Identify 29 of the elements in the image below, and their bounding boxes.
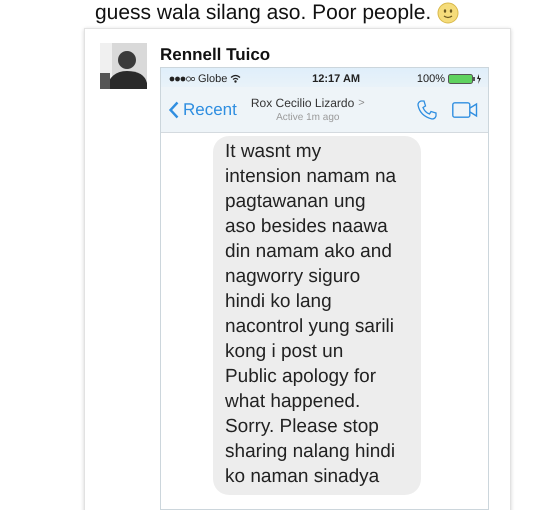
phone-icon[interactable] [416, 98, 438, 120]
message-line: ko naman sinadya [225, 465, 380, 489]
message-line: intension namam na [225, 165, 398, 189]
message-line: din namam ako and [225, 240, 393, 264]
presence-status: Active 1m ago [276, 112, 340, 123]
signal-icon [169, 76, 195, 82]
back-chevron-icon [169, 100, 179, 118]
message-line: what happened. [225, 390, 362, 414]
contact-name[interactable]: Rox Cecilio Lizardo [250, 96, 354, 110]
message-line: aso besides naawa [225, 215, 389, 239]
message-line: sharing nalang hindi [225, 440, 396, 464]
battery-icon [448, 74, 482, 84]
message-line: It wasnt my [225, 140, 322, 164]
message-line: Public apology for [225, 365, 378, 389]
author-name: Rennell Tuico [160, 45, 272, 65]
wifi-icon [230, 74, 242, 83]
video-call-icon[interactable] [452, 102, 478, 118]
message-line: pagtawanan ung [225, 190, 367, 214]
post-caption: guess wala silang aso. Poor people. [95, 1, 432, 25]
message-line: nacontrol yung sarili [225, 315, 395, 339]
message-line: kong i post un [225, 340, 344, 364]
message-line: hindi ko lang [225, 290, 333, 314]
clock-time: 12:17 AM [312, 72, 360, 84]
message-line: nagworry siguro [225, 265, 362, 289]
chevron-text: > [358, 97, 365, 109]
battery-percent: 100% [416, 72, 445, 84]
smiley-icon [437, 2, 460, 24]
carrier-name: Globe [198, 72, 228, 84]
message-line: Sorry. Please stop [225, 415, 380, 439]
